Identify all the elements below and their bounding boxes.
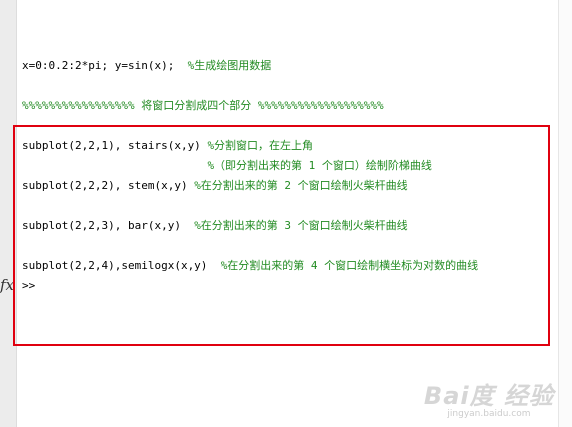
- highlight-box: [13, 125, 550, 346]
- vertical-scrollbar[interactable]: [558, 0, 572, 427]
- watermark: Bai度 经验 jingyan.baidu.com: [424, 383, 554, 419]
- code-line-2[interactable]: %%%%%%%%%%%%%%%%% 将窗口分割成四个部分 %%%%%%%%%%%…: [22, 99, 384, 113]
- code-line-1[interactable]: x=0:0.2:2*pi; y=sin(x); %生成绘图用数据: [22, 59, 271, 73]
- fx-function-icon[interactable]: fx: [0, 276, 14, 294]
- watermark-url: jingyan.baidu.com: [447, 409, 531, 419]
- baidu-jingyan-logo: Bai度 经验: [423, 382, 554, 410]
- comment-text: %%%%%%%%%%%%%%%%% 将窗口分割成四个部分 %%%%%%%%%%%…: [22, 99, 384, 112]
- comment-text: %生成绘图用数据: [187, 59, 272, 72]
- code-text: x=0:0.2:2*pi; y=sin(x);: [22, 59, 188, 72]
